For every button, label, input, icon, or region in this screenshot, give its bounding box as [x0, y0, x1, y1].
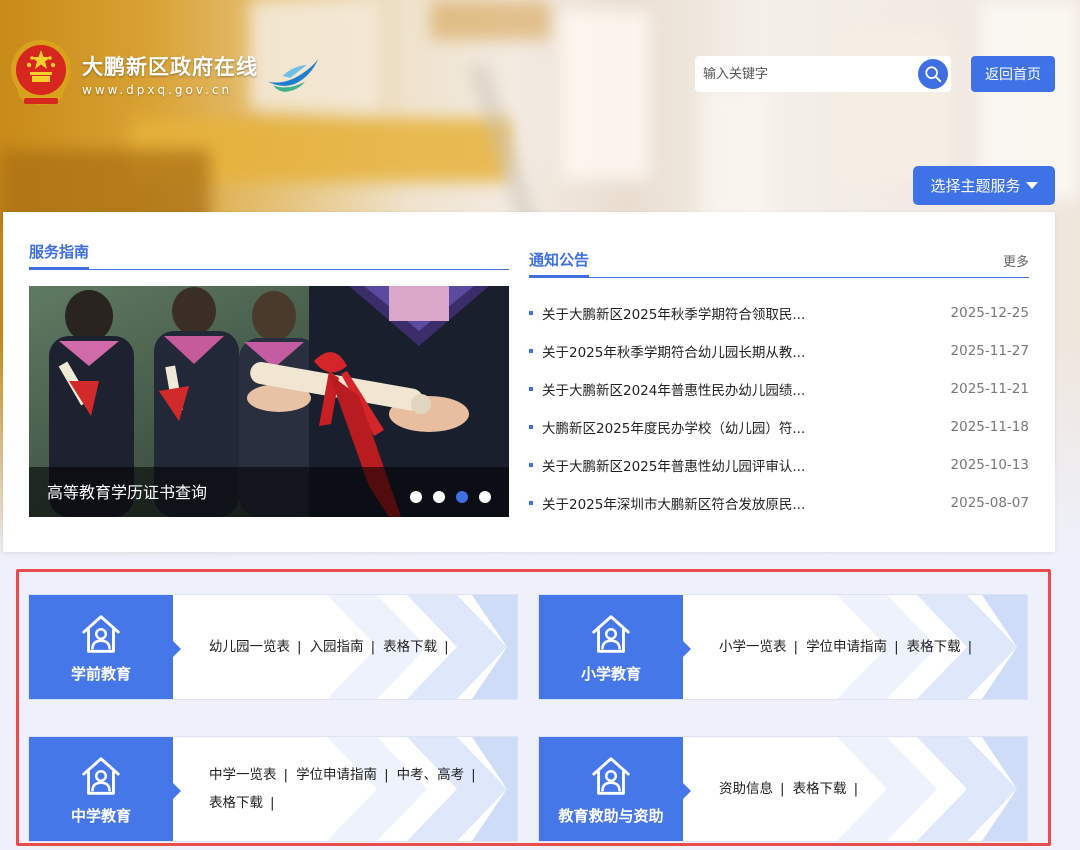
card-link[interactable]: 学位申请指南	[296, 761, 377, 789]
notice-list: 关于大鹏新区2025年秋季学期符合领取民... 2025-12-25 关于2025年…	[529, 294, 1029, 522]
card-category[interactable]: 小学教育	[539, 595, 691, 699]
service-guide-title[interactable]: 服务指南	[29, 241, 90, 270]
secondary-education-card[interactable]: 中学教育 中学一览表 | 学位申请指南 | 中考、高考 | 表格下载 |	[28, 736, 518, 842]
link-separator: |	[283, 767, 289, 783]
bullet-icon	[529, 311, 533, 315]
seabird-logo-icon	[267, 59, 319, 92]
link-separator: |	[471, 767, 476, 783]
notice-date: 2025-11-21	[950, 381, 1029, 397]
card-link[interactable]: 学位申请指南	[806, 633, 887, 661]
notice-date: 2025-11-18	[950, 419, 1029, 435]
card-link[interactable]: 中学一览表	[209, 761, 277, 789]
image-carousel[interactable]: 高等教育学历证书查询	[29, 286, 509, 517]
notices-header: 通知公告 更多	[529, 248, 1029, 278]
link-separator: |	[853, 781, 859, 797]
notice-date: 2025-12-25	[950, 305, 1029, 321]
card-category[interactable]: 教育救助与资助	[539, 737, 691, 841]
site-logo[interactable]: 大鹏新区政府在线 www.dpxq.gov.cn	[8, 38, 320, 110]
card-link[interactable]: 表格下载	[209, 789, 263, 817]
card-link[interactable]: 幼儿园一览表	[209, 633, 290, 661]
notice-item[interactable]: 关于大鹏新区2025年秋季学期符合领取民... 2025-12-25	[529, 294, 1029, 332]
main-panel: 服务指南 高等教育学历证书查询 通知公告 更多 关于大鹏新区2025年秋季学期符…	[3, 212, 1055, 552]
theme-button-label: 选择主题服务	[930, 177, 1021, 195]
notice-item[interactable]: 关于2025年深圳市大鹏新区符合发放原民... 2025-08-07	[529, 484, 1029, 522]
bullet-icon	[529, 501, 533, 505]
notice-title[interactable]: 关于大鹏新区2024年普惠性民办幼儿园绩...	[542, 379, 951, 399]
card-label: 小学教育	[580, 664, 641, 683]
site-name: 大鹏新区政府在线	[82, 55, 258, 79]
search-input[interactable]	[695, 56, 918, 92]
home-person-icon	[592, 614, 630, 653]
card-label: 中学教育	[70, 806, 131, 825]
notice-date: 2025-11-27	[950, 343, 1029, 359]
service-guide-header: 服务指南	[29, 240, 509, 270]
national-emblem-icon	[11, 40, 71, 105]
card-link[interactable]: 表格下载	[793, 775, 847, 803]
home-person-icon	[82, 614, 120, 653]
link-separator: |	[444, 639, 449, 655]
notices-title[interactable]: 通知公告	[529, 249, 590, 278]
preschool-education-card[interactable]: 学前教育 幼儿园一览表 | 入园指南 | 表格下载 |	[28, 594, 518, 700]
bullet-icon	[529, 349, 533, 353]
notice-title[interactable]: 关于2025年秋季学期符合幼儿园长期从教...	[542, 341, 951, 361]
carousel-dots	[410, 491, 491, 503]
card-links: 资助信息 | 表格下载 |	[719, 737, 1009, 841]
link-separator: |	[967, 639, 973, 655]
link-separator: |	[370, 639, 376, 655]
card-label: 教育救助与资助	[558, 806, 664, 825]
card-links: 小学一览表 | 学位申请指南 | 表格下载 |	[719, 595, 1009, 699]
link-separator: |	[297, 639, 302, 655]
site-url: www.dpxq.gov.cn	[82, 83, 233, 97]
card-links: 幼儿园一览表 | 入园指南 | 表格下载 |	[209, 595, 499, 699]
primary-education-card[interactable]: 小学教育 小学一览表 | 学位申请指南 | 表格下载 |	[538, 594, 1028, 700]
card-label: 学前教育	[70, 664, 131, 683]
notice-date: 2025-08-07	[950, 495, 1029, 511]
notice-item[interactable]: 大鹏新区2025年度民办学校（幼儿园）符... 2025-11-18	[529, 408, 1029, 446]
notice-title[interactable]: 关于大鹏新区2025年普惠性幼儿园评审认...	[542, 455, 951, 475]
card-category[interactable]: 学前教育	[29, 595, 181, 699]
notice-item[interactable]: 关于大鹏新区2024年普惠性民办幼儿园绩... 2025-11-21	[529, 370, 1029, 408]
card-link[interactable]: 资助信息	[719, 775, 773, 803]
link-separator: |	[793, 639, 799, 655]
carousel-caption[interactable]: 高等教育学历证书查询	[47, 479, 207, 503]
notice-title[interactable]: 大鹏新区2025年度民办学校（幼儿园）符...	[542, 417, 951, 437]
card-link[interactable]: 小学一览表	[719, 633, 787, 661]
card-links: 中学一览表 | 学位申请指南 | 中考、高考 | 表格下载 |	[209, 737, 499, 841]
select-theme-service-button[interactable]: 选择主题服务	[913, 166, 1055, 205]
notice-item[interactable]: 关于大鹏新区2025年普惠性幼儿园评审认... 2025-10-13	[529, 446, 1029, 484]
caret-down-icon	[1025, 182, 1038, 189]
notices-more-link[interactable]: 更多	[1003, 251, 1029, 270]
notice-date: 2025-10-13	[950, 457, 1029, 473]
card-link[interactable]: 表格下载	[907, 633, 961, 661]
carousel-dot-1[interactable]	[410, 491, 422, 503]
return-home-button[interactable]: 返回首页	[971, 56, 1055, 92]
bullet-icon	[529, 387, 533, 391]
notice-title[interactable]: 关于大鹏新区2025年秋季学期符合领取民...	[542, 303, 951, 323]
home-person-icon	[592, 756, 630, 795]
bullet-icon	[529, 425, 533, 429]
search-button[interactable]	[918, 59, 948, 89]
notice-title[interactable]: 关于2025年深圳市大鹏新区符合发放原民...	[542, 493, 951, 513]
link-separator: |	[780, 781, 785, 797]
card-link[interactable]: 表格下载	[383, 633, 437, 661]
bullet-icon	[529, 463, 533, 467]
card-category[interactable]: 中学教育	[29, 737, 181, 841]
education-aid-card[interactable]: 教育救助与资助 资助信息 | 表格下载 |	[538, 736, 1028, 842]
link-separator: |	[384, 767, 389, 783]
carousel-dot-2[interactable]	[433, 491, 445, 503]
home-person-icon	[82, 756, 120, 795]
search-icon	[925, 66, 942, 83]
link-separator: |	[894, 639, 899, 655]
search-box	[695, 56, 951, 92]
link-separator: |	[270, 795, 275, 811]
card-link[interactable]: 中考、高考	[397, 761, 465, 789]
carousel-dot-3[interactable]	[456, 491, 468, 503]
carousel-dot-4[interactable]	[479, 491, 491, 503]
notice-item[interactable]: 关于2025年秋季学期符合幼儿园长期从教... 2025-11-27	[529, 332, 1029, 370]
card-link[interactable]: 入园指南	[310, 633, 364, 661]
